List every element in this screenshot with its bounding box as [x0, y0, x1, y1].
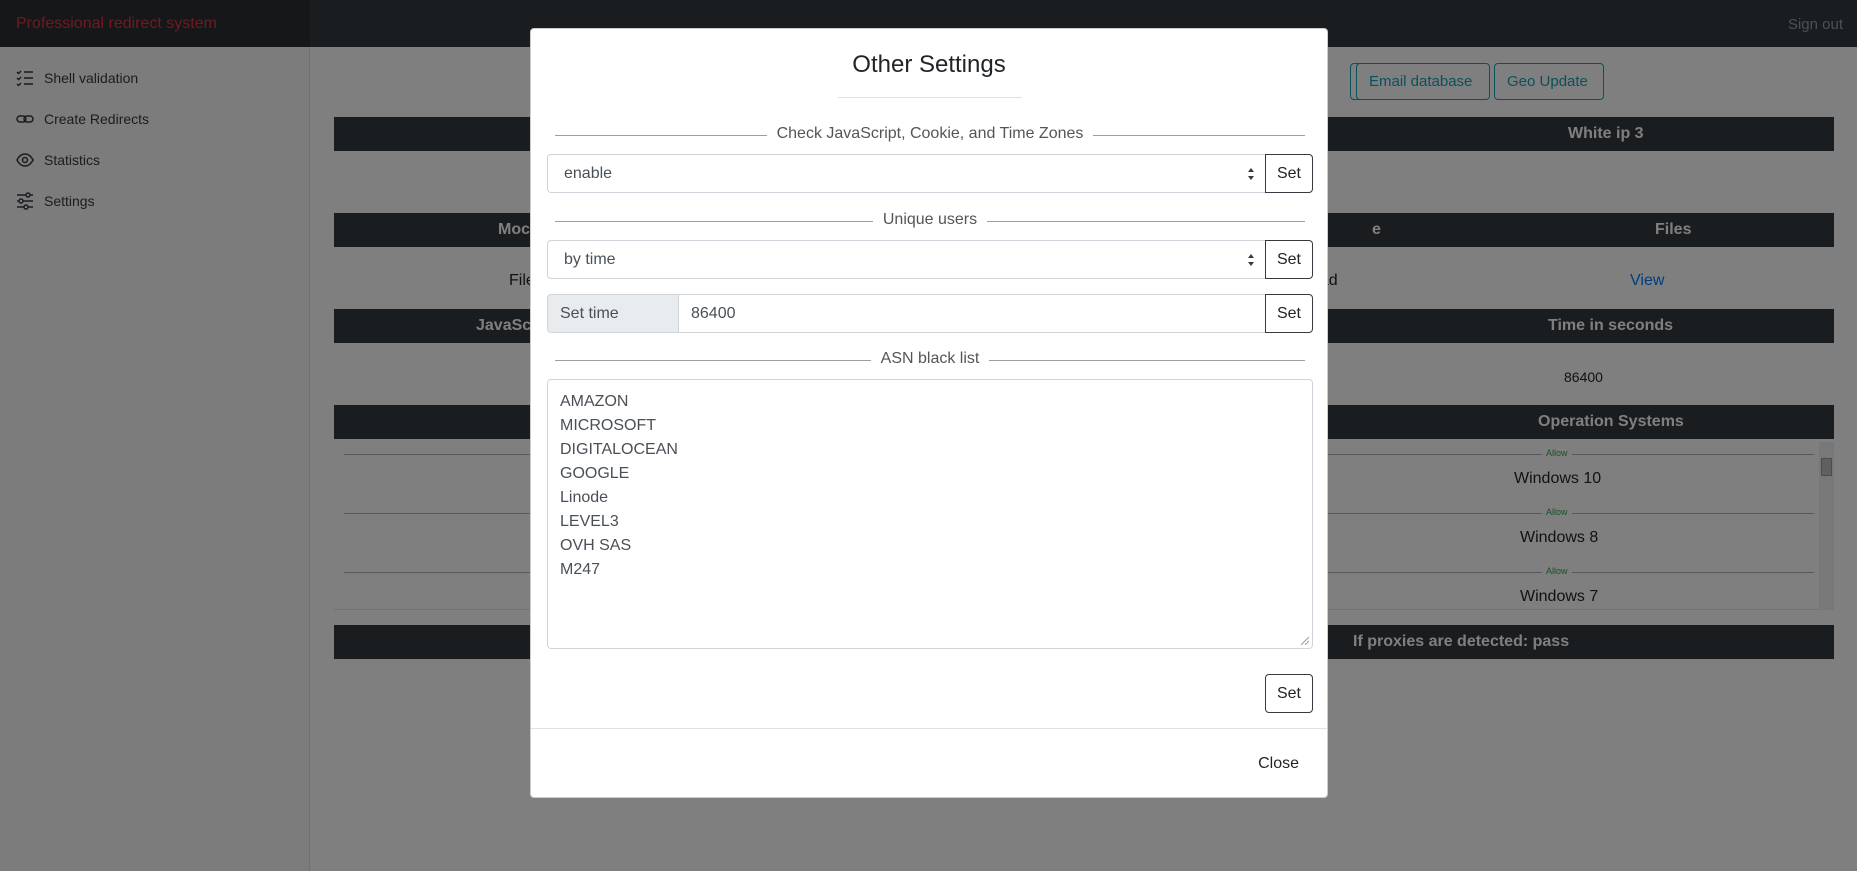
modal-title: Other Settings	[852, 51, 1006, 78]
asn-entry: DIGITALOCEAN	[560, 441, 678, 458]
asn-black-list-textarea[interactable]: AMAZON MICROSOFT DIGITALOCEAN GOOGLE Lin…	[547, 379, 1313, 649]
section-unique-users: Unique users	[555, 211, 1305, 231]
section-check-js: Check JavaScript, Cookie, and Time Zones	[555, 125, 1305, 145]
section-label: Unique users	[872, 211, 988, 228]
set-time-set-button[interactable]: Set	[1265, 294, 1313, 333]
select-value: enable	[564, 165, 613, 182]
title-divider	[838, 97, 1022, 98]
resize-handle-icon[interactable]	[1301, 637, 1309, 645]
asn-set-button[interactable]: Set	[1265, 674, 1313, 713]
modal-footer-divider	[531, 728, 1327, 729]
select-arrows-icon	[1248, 168, 1254, 180]
unique-users-select[interactable]: by time	[547, 240, 1266, 279]
asn-entry: GOOGLE	[560, 465, 630, 482]
section-asn-black-list: ASN black list	[555, 350, 1305, 370]
section-label: ASN black list	[870, 350, 990, 367]
section-label: Check JavaScript, Cookie, and Time Zones	[766, 125, 1094, 142]
other-settings-modal: Other Settings Check JavaScript, Cookie,…	[530, 28, 1328, 798]
asn-entry: M247	[560, 561, 601, 578]
select-value: by time	[564, 251, 616, 268]
asn-entry: OVH SAS	[560, 537, 632, 554]
unique-users-set-button[interactable]: Set	[1265, 240, 1313, 279]
select-arrows-icon	[1248, 254, 1254, 266]
close-button[interactable]: Close	[1258, 755, 1299, 773]
set-time-input[interactable]: 86400	[678, 294, 1266, 333]
set-time-label: Set time	[547, 294, 679, 333]
check-js-select[interactable]: enable	[547, 154, 1266, 193]
check-js-set-button[interactable]: Set	[1265, 154, 1313, 193]
asn-entry: AMAZON	[560, 393, 629, 410]
asn-entry: MICROSOFT	[560, 417, 656, 434]
asn-entry: Linode	[560, 489, 609, 506]
asn-entry: LEVEL3	[560, 513, 619, 530]
